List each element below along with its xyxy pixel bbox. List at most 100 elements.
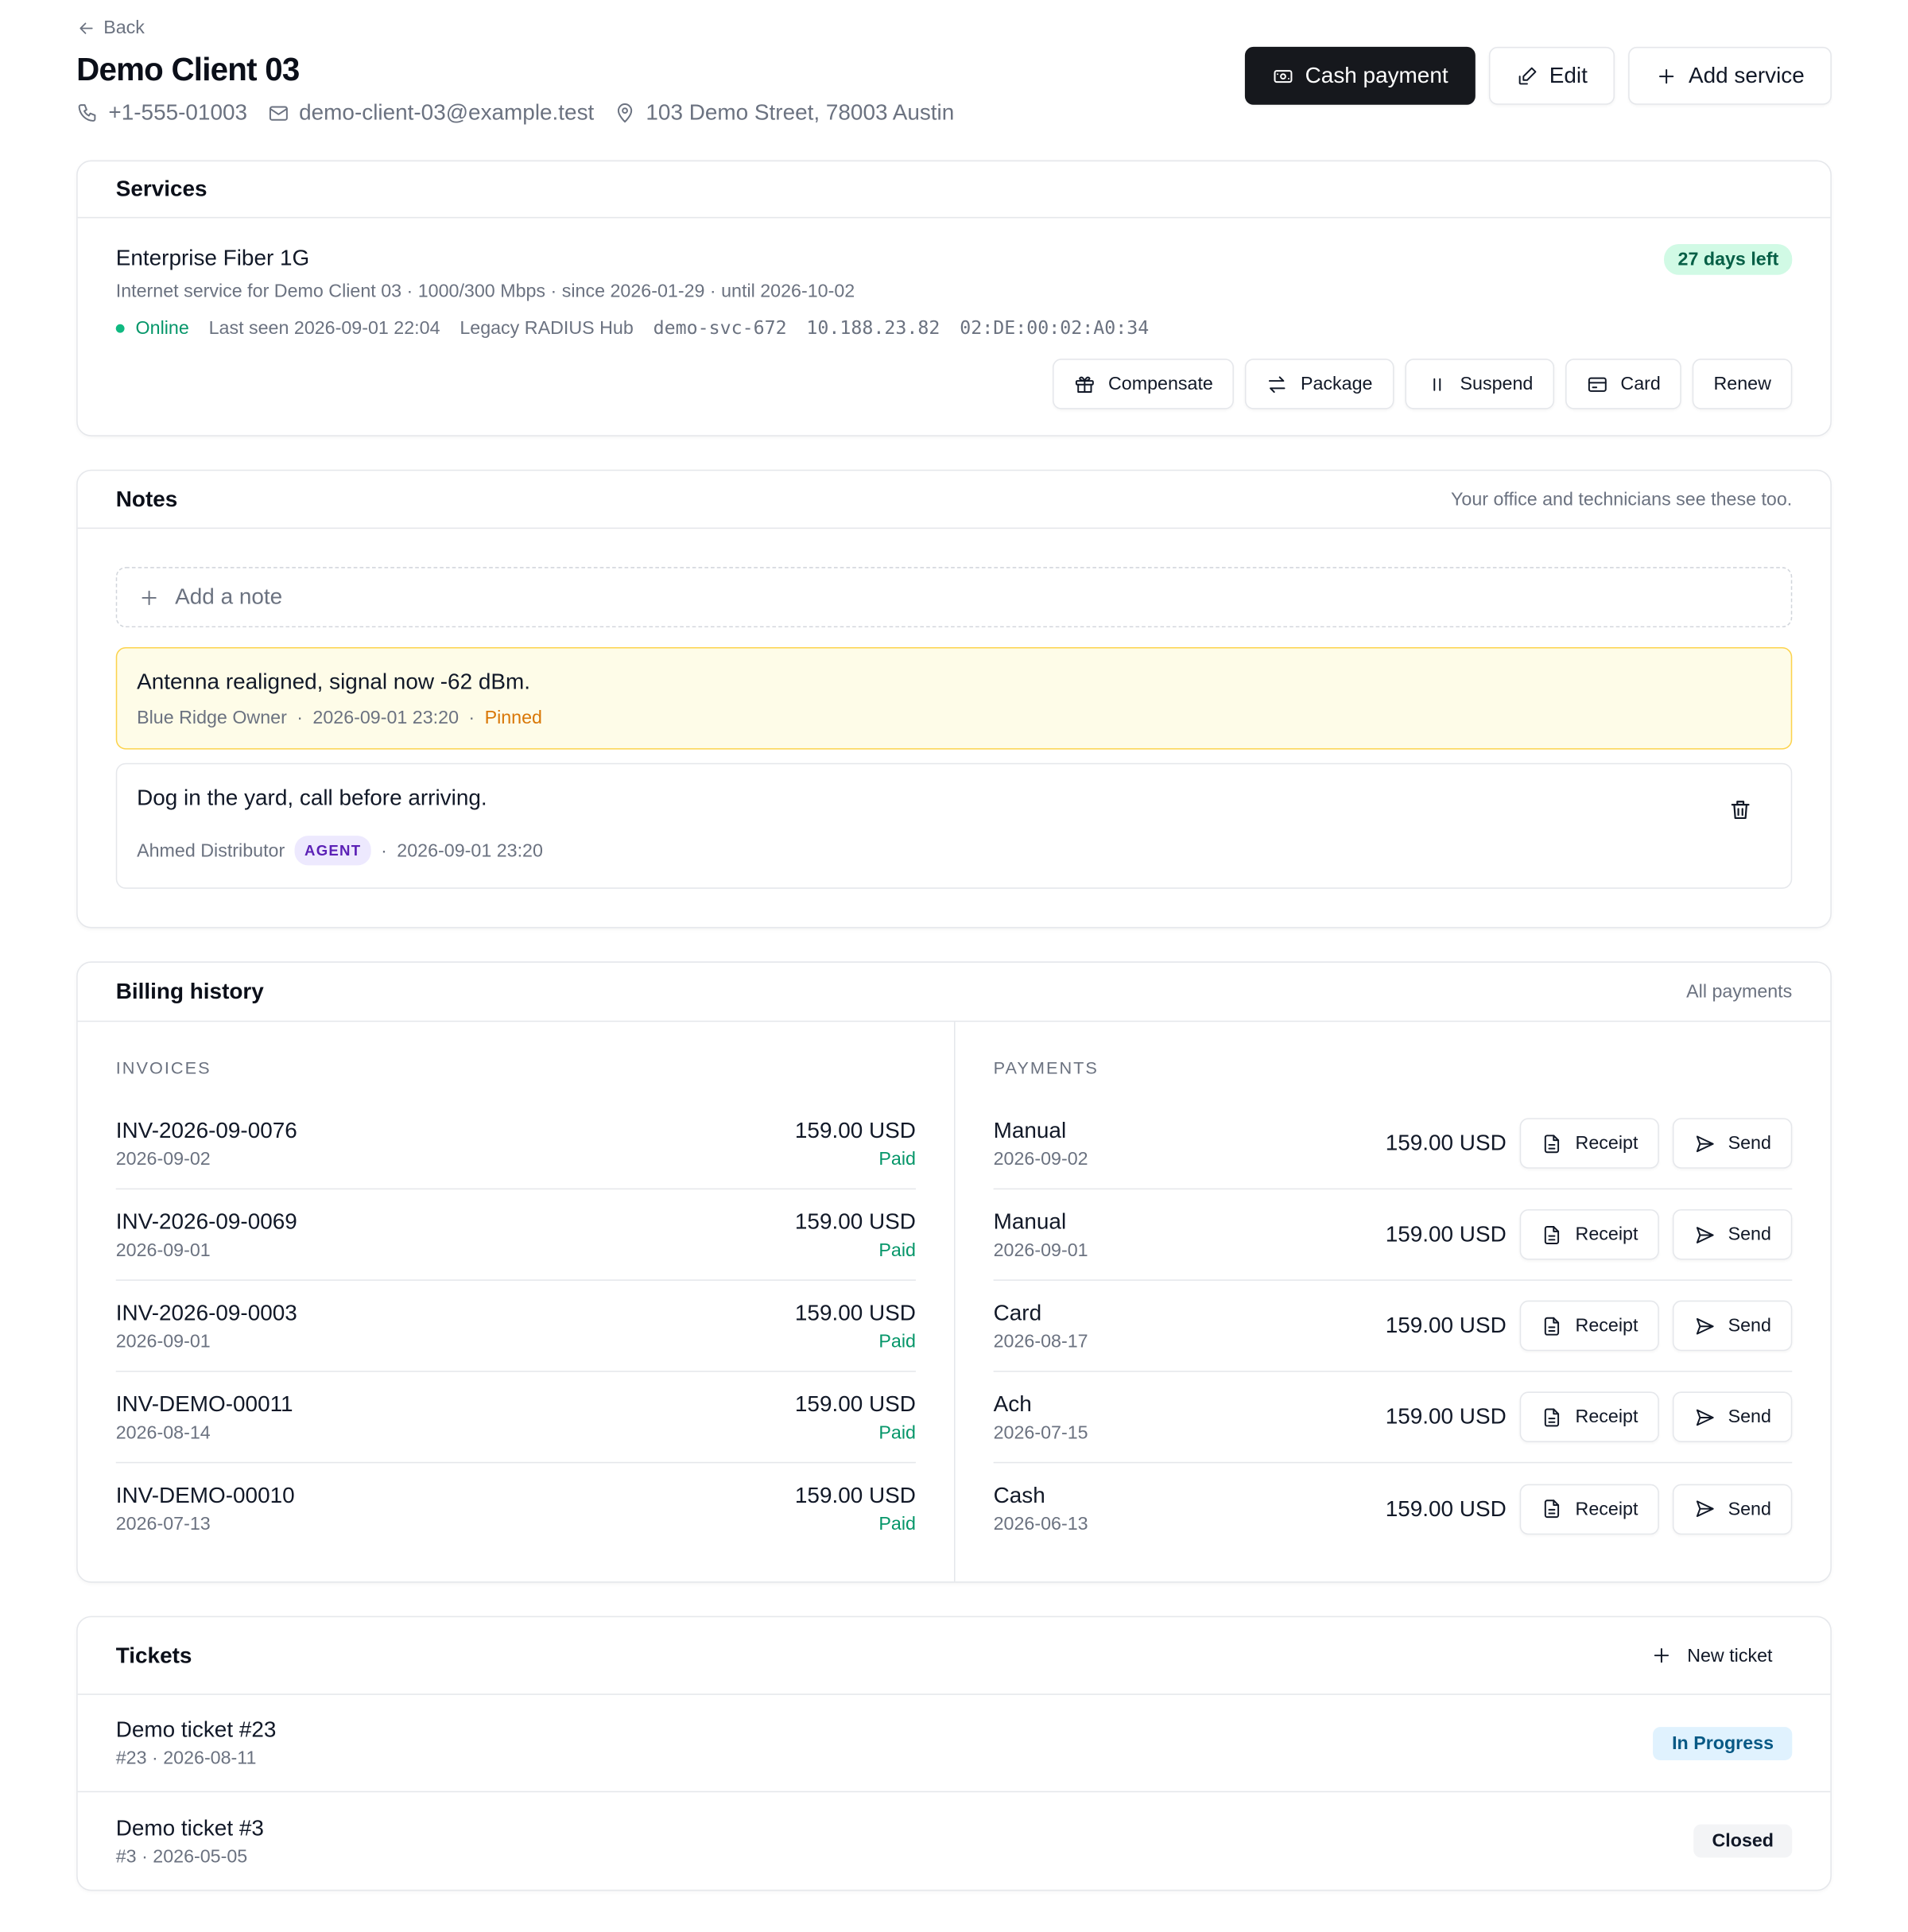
payment-amount: 159.00 USD bbox=[1385, 1496, 1507, 1521]
send-icon bbox=[1696, 1500, 1714, 1517]
receipt-button[interactable]: Receipt bbox=[1519, 1208, 1659, 1260]
file-text-icon bbox=[1544, 1407, 1560, 1426]
invoice-status: Paid bbox=[878, 1330, 916, 1352]
payment-row: Manual 2026-09-01 159.00 USD Receipt Send bbox=[993, 1189, 1793, 1281]
role-badge: AGENT bbox=[294, 836, 371, 866]
send-button[interactable]: Send bbox=[1672, 1391, 1793, 1442]
contact-address[interactable]: 103 Demo Street, 78003 Austin bbox=[646, 100, 954, 126]
payments-label: PAYMENTS bbox=[993, 1057, 1099, 1078]
invoice-status: Paid bbox=[878, 1422, 916, 1443]
last-seen: Last seen 2026-09-01 22:04 bbox=[208, 317, 440, 339]
days-left-badge: 27 days left bbox=[1664, 243, 1793, 275]
receipt-label: Receipt bbox=[1575, 1224, 1638, 1245]
edit-button[interactable]: Edit bbox=[1488, 46, 1615, 105]
contact-email[interactable]: demo-client-03@example.test bbox=[299, 100, 594, 126]
invoice-status: Paid bbox=[878, 1148, 916, 1170]
mail-icon bbox=[269, 105, 288, 120]
invoices-column: INVOICES INV-2026-09-0076 2026-09-02 159.… bbox=[78, 1022, 956, 1582]
note-time: 2026-09-01 23:20 bbox=[397, 840, 543, 861]
ticket-row[interactable]: Demo ticket #23 #23 · 2026-08-11 In Progr… bbox=[77, 1695, 1831, 1793]
invoice-status: Paid bbox=[878, 1513, 916, 1535]
payment-date: 2026-08-17 bbox=[993, 1330, 1088, 1352]
invoice-row[interactable]: INV-DEMO-00011 2026-08-14 159.00 USD Paid bbox=[115, 1372, 916, 1464]
payment-method: Manual bbox=[993, 1208, 1067, 1234]
all-payments-link[interactable]: All payments bbox=[1686, 981, 1792, 1002]
service-username: demo-svc-672 bbox=[653, 316, 787, 339]
receipt-label: Receipt bbox=[1575, 1315, 1638, 1336]
receipt-button[interactable]: Receipt bbox=[1519, 1300, 1659, 1352]
invoice-amount: 159.00 USD bbox=[794, 1117, 916, 1143]
send-icon bbox=[1696, 1226, 1714, 1243]
gift-icon bbox=[1076, 375, 1094, 393]
invoice-date: 2026-08-14 bbox=[115, 1422, 211, 1443]
invoice-row[interactable]: INV-2026-09-0076 2026-09-02 159.00 USD Pai… bbox=[115, 1098, 916, 1190]
payment-method: Ach bbox=[993, 1391, 1032, 1416]
send-icon bbox=[1696, 1408, 1714, 1426]
send-button[interactable]: Send bbox=[1672, 1300, 1793, 1352]
ticket-title: Demo ticket #23 bbox=[115, 1717, 277, 1742]
add-service-button[interactable]: Add service bbox=[1628, 46, 1832, 105]
receipt-button[interactable]: Receipt bbox=[1519, 1391, 1659, 1442]
edit-label: Edit bbox=[1549, 63, 1588, 88]
client-detail-page: Back Demo Client 03 +1-555-01003 demo-cl… bbox=[0, 0, 1908, 1891]
contact-phone[interactable]: +1-555-01003 bbox=[108, 100, 247, 126]
cash-payment-button[interactable]: Cash payment bbox=[1244, 46, 1476, 105]
payment-row: Ach 2026-07-15 159.00 USD Receipt Send bbox=[993, 1372, 1793, 1464]
invoice-amount: 159.00 USD bbox=[794, 1483, 916, 1508]
ticket-title: Demo ticket #3 bbox=[115, 1814, 264, 1840]
map-pin-icon bbox=[617, 103, 633, 122]
arrow-left-icon bbox=[80, 21, 93, 33]
file-text-icon bbox=[1544, 1225, 1560, 1244]
invoice-row[interactable]: INV-2026-09-0069 2026-09-01 159.00 USD Pai… bbox=[115, 1189, 916, 1281]
invoice-row[interactable]: INV-2026-09-0003 2026-09-01 159.00 USD Pai… bbox=[115, 1281, 916, 1372]
send-label: Send bbox=[1728, 1315, 1771, 1336]
renew-button[interactable]: Renew bbox=[1693, 359, 1793, 409]
service-status-line: Online Last seen 2026-09-01 22:04 Legacy… bbox=[115, 316, 1793, 339]
package-button[interactable]: Package bbox=[1245, 359, 1394, 409]
new-ticket-button[interactable]: New ticket bbox=[1650, 1644, 1793, 1666]
suspend-button[interactable]: Suspend bbox=[1404, 359, 1554, 409]
tickets-title: Tickets bbox=[115, 1642, 192, 1667]
invoice-status: Paid bbox=[878, 1239, 916, 1261]
invoice-date: 2026-09-01 bbox=[115, 1330, 211, 1352]
send-button[interactable]: Send bbox=[1672, 1483, 1793, 1534]
send-label: Send bbox=[1728, 1498, 1771, 1519]
package-label: Package bbox=[1300, 373, 1373, 395]
pencil-icon bbox=[1518, 66, 1537, 84]
receipt-button[interactable]: Receipt bbox=[1519, 1118, 1659, 1169]
trash-icon bbox=[1731, 801, 1750, 820]
receipt-button[interactable]: Receipt bbox=[1519, 1483, 1659, 1534]
separator: · bbox=[297, 707, 303, 729]
renew-label: Renew bbox=[1713, 373, 1771, 395]
payment-amount: 159.00 USD bbox=[1385, 1313, 1507, 1338]
ticket-status-badge: In Progress bbox=[1653, 1726, 1793, 1760]
note-text: Dog in the yard, call before arriving. bbox=[137, 785, 487, 810]
note-author: Blue Ridge Owner bbox=[137, 707, 287, 729]
payment-row: Cash 2026-06-13 159.00 USD Receipt Send bbox=[994, 1463, 1793, 1554]
ticket-row[interactable]: Demo ticket #3 #3 · 2026-05-05 Closed bbox=[78, 1792, 1831, 1889]
invoice-row[interactable]: INV-DEMO-00010 2026-07-13 159.00 USD Paid bbox=[116, 1463, 916, 1554]
send-label: Send bbox=[1728, 1224, 1771, 1245]
file-text-icon bbox=[1544, 1499, 1560, 1519]
payment-row: Card 2026-08-17 159.00 USD Receipt Send bbox=[993, 1281, 1793, 1372]
send-button[interactable]: Send bbox=[1672, 1118, 1793, 1169]
invoice-amount: 159.00 USD bbox=[794, 1391, 916, 1416]
file-text-icon bbox=[1544, 1134, 1560, 1153]
pinned-label: Pinned bbox=[484, 707, 543, 729]
delete-note-button[interactable] bbox=[1728, 797, 1753, 822]
back-link[interactable]: Back bbox=[76, 0, 1832, 40]
card-button[interactable]: Card bbox=[1565, 359, 1682, 409]
card-label: Card bbox=[1620, 373, 1661, 395]
service-mac: 02:DE:00:02:A0:34 bbox=[960, 316, 1150, 339]
send-label: Send bbox=[1728, 1132, 1771, 1154]
service-actions: Compensate Package Suspend Card Renew bbox=[116, 359, 1793, 409]
invoice-amount: 159.00 USD bbox=[794, 1208, 916, 1234]
invoice-number: INV-2026-09-0069 bbox=[115, 1208, 297, 1234]
invoice-amount: 159.00 USD bbox=[794, 1299, 916, 1325]
send-button[interactable]: Send bbox=[1672, 1208, 1793, 1260]
add-note-input[interactable]: Add a note bbox=[115, 567, 1793, 628]
invoice-date: 2026-09-01 bbox=[115, 1239, 211, 1261]
phone-icon bbox=[78, 103, 96, 122]
ticket-status-badge: Closed bbox=[1693, 1824, 1793, 1858]
compensate-button[interactable]: Compensate bbox=[1053, 359, 1235, 409]
